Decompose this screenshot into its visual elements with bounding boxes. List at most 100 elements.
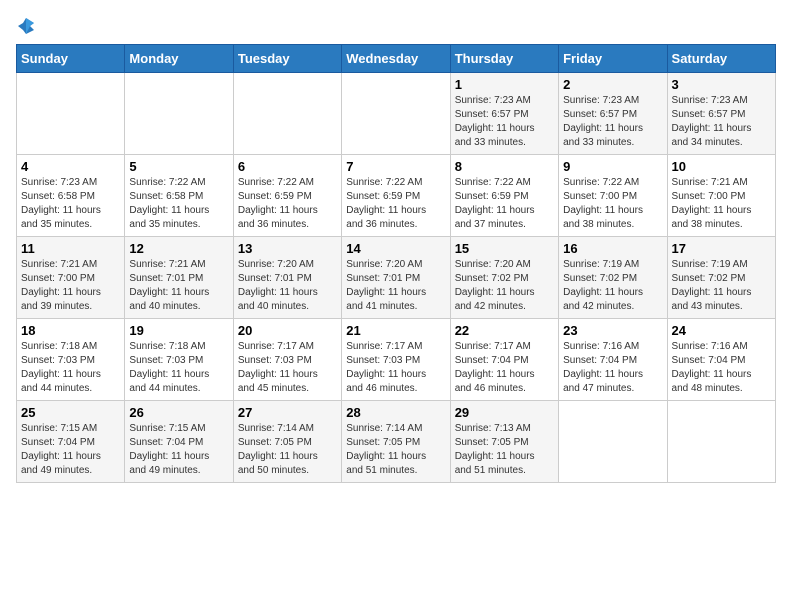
week-row-2: 4 Sunrise: 7:23 AM Sunset: 6:58 PM Daylig… <box>17 155 776 237</box>
day-info: Sunrise: 7:17 AM Sunset: 7:03 PM Dayligh… <box>238 340 337 396</box>
calendar-cell: 6Sunrise: 7:22 AM Sunset: 6:59 PM Daylig… <box>233 155 341 237</box>
day-info: Sunrise: 7:20 AM Sunset: 7:01 PM Dayligh… <box>346 258 445 314</box>
day-number: 12 <box>129 241 228 256</box>
day-info: Sunrise: 7:20 AM Sunset: 7:02 PM Dayligh… <box>455 258 554 314</box>
day-info: Sunrise: 7:17 AM Sunset: 7:04 PM Dayligh… <box>455 340 554 396</box>
day-info: Sunrise: 7:21 AM Sunset: 7:00 PM Dayligh… <box>672 176 771 232</box>
calendar-cell: 25 Sunrise: 7:15 AM Sunset: 7:04 PM Dayli… <box>17 401 125 483</box>
day-number: 10 <box>672 159 771 174</box>
day-info: Sunrise: 7:21 AM Sunset: 7:00 PM Dayligh… <box>21 258 120 314</box>
calendar-cell: 27 Sunrise: 7:14 AM Sunset: 7:05 PM Dayli… <box>233 401 341 483</box>
calendar-cell: 7 Sunrise: 7:22 AM Sunset: 6:59 PM Daylig… <box>342 155 450 237</box>
calendar-cell: 17 Sunrise: 7:19 AM Sunset: 7:02 PM Dayli… <box>667 237 775 319</box>
week-row-3: 11 Sunrise: 7:21 AM Sunset: 7:00 PM Dayli… <box>17 237 776 319</box>
day-info: Sunrise: 7:22 AM Sunset: 6:59 PM Dayligh… <box>346 176 445 232</box>
calendar-cell <box>667 401 775 483</box>
day-info: Sunrise: 7:20 AM Sunset: 7:01 PM Dayligh… <box>238 258 337 314</box>
week-row-1: 1 Sunrise: 7:23 AM Sunset: 6:57 PM Daylig… <box>17 73 776 155</box>
day-number: 28 <box>346 405 445 420</box>
calendar-cell: 23 Sunrise: 7:16 AM Sunset: 7:04 PM Dayli… <box>559 319 667 401</box>
week-row-4: 18 Sunrise: 7:18 AM Sunset: 7:03 PM Dayli… <box>17 319 776 401</box>
calendar-table: SundayMondayTuesdayWednesdayThursdayFrid… <box>16 44 776 483</box>
calendar-cell: 15 Sunrise: 7:20 AM Sunset: 7:02 PM Dayli… <box>450 237 558 319</box>
calendar-cell: 20 Sunrise: 7:17 AM Sunset: 7:03 PM Dayli… <box>233 319 341 401</box>
day-info: Sunrise: 7:22 AM Sunset: 6:58 PM Dayligh… <box>129 176 228 232</box>
day-header-monday: Monday <box>125 45 233 73</box>
day-info: Sunrise: 7:22 AM Sunset: 7:00 PM Dayligh… <box>563 176 662 232</box>
day-info: Sunrise: 7:17 AM Sunset: 7:03 PM Dayligh… <box>346 340 445 396</box>
day-info: Sunrise: 7:23 AM Sunset: 6:58 PM Dayligh… <box>21 176 120 232</box>
calendar-cell: 28 Sunrise: 7:14 AM Sunset: 7:05 PM Dayli… <box>342 401 450 483</box>
day-number: 29 <box>455 405 554 420</box>
day-number: 15 <box>455 241 554 256</box>
calendar-cell <box>342 73 450 155</box>
day-info: Sunrise: 7:21 AM Sunset: 7:01 PM Dayligh… <box>129 258 228 314</box>
day-number: 23 <box>563 323 662 338</box>
day-number: 11 <box>21 241 120 256</box>
calendar-cell: 14 Sunrise: 7:20 AM Sunset: 7:01 PM Dayli… <box>342 237 450 319</box>
day-info: Sunrise: 7:22 AM Sunset: 6:59 PM Dayligh… <box>238 176 337 232</box>
day-number: 5 <box>129 159 228 174</box>
day-number: 18 <box>21 323 120 338</box>
day-info: Sunrise: 7:19 AM Sunset: 7:02 PM Dayligh… <box>672 258 771 314</box>
day-number: 22 <box>455 323 554 338</box>
calendar-cell: 18Sunrise: 7:18 AM Sunset: 7:03 PM Dayli… <box>17 319 125 401</box>
calendar-cell: 11 Sunrise: 7:21 AM Sunset: 7:00 PM Dayli… <box>17 237 125 319</box>
day-number: 8 <box>455 159 554 174</box>
day-number: 14 <box>346 241 445 256</box>
day-number: 26 <box>129 405 228 420</box>
day-number: 24 <box>672 323 771 338</box>
calendar-body: 1 Sunrise: 7:23 AM Sunset: 6:57 PM Daylig… <box>17 73 776 483</box>
day-info: Sunrise: 7:23 AM Sunset: 6:57 PM Dayligh… <box>455 94 554 150</box>
day-number: 19 <box>129 323 228 338</box>
day-number: 17 <box>672 241 771 256</box>
day-info: Sunrise: 7:23 AM Sunset: 6:57 PM Dayligh… <box>563 94 662 150</box>
calendar-cell: 16 Sunrise: 7:19 AM Sunset: 7:02 PM Dayli… <box>559 237 667 319</box>
calendar-cell: 10 Sunrise: 7:21 AM Sunset: 7:00 PM Dayli… <box>667 155 775 237</box>
day-header-wednesday: Wednesday <box>342 45 450 73</box>
calendar-cell <box>17 73 125 155</box>
calendar-cell: 9 Sunrise: 7:22 AM Sunset: 7:00 PM Daylig… <box>559 155 667 237</box>
week-row-5: 25 Sunrise: 7:15 AM Sunset: 7:04 PM Dayli… <box>17 401 776 483</box>
day-info: Sunrise: 7:22 AM Sunset: 6:59 PM Dayligh… <box>455 176 554 232</box>
day-number: 16 <box>563 241 662 256</box>
calendar-header-row: SundayMondayTuesdayWednesdayThursdayFrid… <box>17 45 776 73</box>
day-info: Sunrise: 7:14 AM Sunset: 7:05 PM Dayligh… <box>346 422 445 478</box>
day-number: 9 <box>563 159 662 174</box>
calendar-cell: 1 Sunrise: 7:23 AM Sunset: 6:57 PM Daylig… <box>450 73 558 155</box>
calendar-cell: 22 Sunrise: 7:17 AM Sunset: 7:04 PM Dayli… <box>450 319 558 401</box>
calendar-cell: 12 Sunrise: 7:21 AM Sunset: 7:01 PM Dayli… <box>125 237 233 319</box>
page-header <box>16 16 776 36</box>
day-number: 4 <box>21 159 120 174</box>
calendar-cell: 5 Sunrise: 7:22 AM Sunset: 6:58 PM Daylig… <box>125 155 233 237</box>
day-number: 27 <box>238 405 337 420</box>
day-info: Sunrise: 7:14 AM Sunset: 7:05 PM Dayligh… <box>238 422 337 478</box>
calendar-cell <box>125 73 233 155</box>
calendar-cell <box>559 401 667 483</box>
calendar-cell <box>233 73 341 155</box>
day-info: Sunrise: 7:16 AM Sunset: 7:04 PM Dayligh… <box>672 340 771 396</box>
day-info: Sunrise: 7:13 AM Sunset: 7:05 PM Dayligh… <box>455 422 554 478</box>
day-info: Sunrise: 7:18 AM Sunset: 7:03 PM Dayligh… <box>129 340 228 396</box>
day-number: 21 <box>346 323 445 338</box>
calendar-cell: 21 Sunrise: 7:17 AM Sunset: 7:03 PM Dayli… <box>342 319 450 401</box>
day-number: 25 <box>21 405 120 420</box>
day-header-friday: Friday <box>559 45 667 73</box>
calendar-cell: 3Sunrise: 7:23 AM Sunset: 6:57 PM Daylig… <box>667 73 775 155</box>
calendar-cell: 26Sunrise: 7:15 AM Sunset: 7:04 PM Dayli… <box>125 401 233 483</box>
day-number: 7 <box>346 159 445 174</box>
calendar-cell: 4 Sunrise: 7:23 AM Sunset: 6:58 PM Daylig… <box>17 155 125 237</box>
day-info: Sunrise: 7:16 AM Sunset: 7:04 PM Dayligh… <box>563 340 662 396</box>
calendar-cell: 13 Sunrise: 7:20 AM Sunset: 7:01 PM Dayli… <box>233 237 341 319</box>
day-number: 1 <box>455 77 554 92</box>
day-number: 13 <box>238 241 337 256</box>
calendar-cell: 2Sunrise: 7:23 AM Sunset: 6:57 PM Daylig… <box>559 73 667 155</box>
day-info: Sunrise: 7:15 AM Sunset: 7:04 PM Dayligh… <box>21 422 120 478</box>
day-header-saturday: Saturday <box>667 45 775 73</box>
day-number: 3 <box>672 77 771 92</box>
day-number: 20 <box>238 323 337 338</box>
calendar-cell: 29 Sunrise: 7:13 AM Sunset: 7:05 PM Dayli… <box>450 401 558 483</box>
logo <box>16 16 36 36</box>
calendar-cell: 19 Sunrise: 7:18 AM Sunset: 7:03 PM Dayli… <box>125 319 233 401</box>
day-info: Sunrise: 7:19 AM Sunset: 7:02 PM Dayligh… <box>563 258 662 314</box>
